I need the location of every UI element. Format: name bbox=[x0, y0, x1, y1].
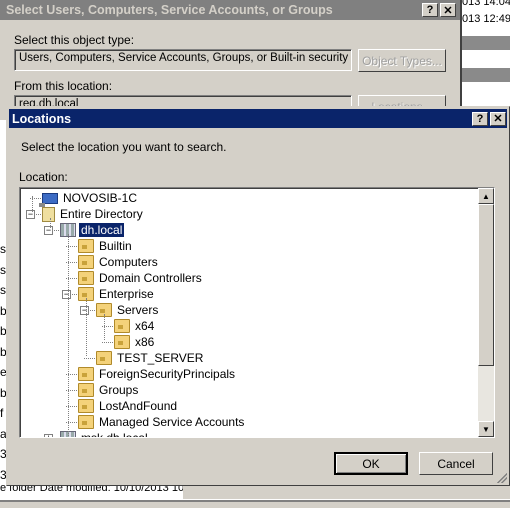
help-button[interactable]: ? bbox=[422, 3, 438, 17]
location-tree-label: Location: bbox=[19, 170, 68, 184]
computer-icon bbox=[39, 192, 58, 207]
tree-node-label: x86 bbox=[135, 335, 155, 349]
folder-icon bbox=[114, 335, 130, 349]
tree-node[interactable]: msk.dh.local bbox=[60, 430, 150, 438]
vertical-scrollbar[interactable]: ▲ ▼ bbox=[478, 188, 494, 437]
locations-titlebar[interactable]: Locations ? ✕ bbox=[9, 109, 507, 128]
tree-node[interactable]: Entire Directory bbox=[42, 206, 145, 222]
folder-icon bbox=[78, 383, 94, 397]
tree-node[interactable]: Computers bbox=[78, 254, 160, 270]
tree-node-label: Computers bbox=[99, 255, 158, 269]
tree-node[interactable]: x64 bbox=[114, 318, 156, 334]
folder-icon bbox=[78, 255, 94, 269]
directory-icon bbox=[42, 206, 55, 222]
tree-node[interactable]: ForeignSecurityPrincipals bbox=[78, 366, 237, 382]
background-band bbox=[460, 68, 510, 82]
tree-node-label: dh.local bbox=[79, 223, 125, 237]
scroll-up-button[interactable]: ▲ bbox=[478, 188, 494, 204]
tree-connector bbox=[86, 298, 87, 356]
folder-icon bbox=[78, 271, 94, 285]
scroll-thumb[interactable] bbox=[478, 204, 494, 366]
background-frame bbox=[183, 485, 510, 499]
tree-node-label: Managed Service Accounts bbox=[99, 415, 245, 429]
tree-node[interactable]: Domain Controllers bbox=[78, 270, 204, 286]
close-button[interactable]: ✕ bbox=[490, 111, 506, 126]
instruction-text: Select the location you want to search. bbox=[21, 140, 227, 154]
tree-connector bbox=[102, 342, 113, 343]
tree-node[interactable]: Groups bbox=[78, 382, 140, 398]
collapse-icon[interactable]: − bbox=[80, 306, 89, 315]
background-char: f bbox=[0, 406, 4, 420]
tree-node-label: Builtin bbox=[99, 239, 132, 253]
tree-node[interactable]: TEST_SERVER bbox=[96, 350, 205, 366]
tree-node[interactable]: NOVOSIB-1C bbox=[39, 190, 139, 207]
background-date-row: 013 14:04 bbox=[462, 0, 510, 8]
tree-connector bbox=[68, 234, 69, 437]
folder-icon bbox=[78, 239, 94, 253]
background-bottom-bar bbox=[0, 500, 510, 508]
tree-connector bbox=[104, 314, 105, 340]
tree-node-label: Domain Controllers bbox=[99, 271, 202, 285]
tree-node[interactable]: Servers bbox=[96, 302, 160, 318]
locations-dialog: Locations ? ✕ Select the location you wa… bbox=[6, 106, 510, 486]
tree-node-label: Entire Directory bbox=[60, 207, 143, 221]
cancel-button[interactable]: Cancel bbox=[419, 452, 493, 475]
collapse-icon[interactable]: − bbox=[26, 210, 35, 219]
scroll-down-button[interactable]: ▼ bbox=[478, 421, 494, 437]
tree-node-label: msk.dh.local bbox=[81, 431, 148, 438]
tree-node[interactable]: Enterprise bbox=[78, 286, 156, 302]
location-tree[interactable]: ▲ ▼ NOVOSIB-1C Entire Directory − dh.local −… bbox=[19, 187, 495, 438]
tree-node-label: Servers bbox=[117, 303, 159, 317]
tree-node[interactable]: Builtin bbox=[78, 238, 134, 254]
background-band bbox=[460, 36, 510, 50]
collapse-icon[interactable]: − bbox=[62, 290, 71, 299]
tree-node-label: TEST_SERVER bbox=[117, 351, 204, 365]
folder-icon bbox=[96, 351, 112, 365]
tree-node[interactable]: dh.local bbox=[60, 222, 125, 238]
folder-icon bbox=[78, 367, 94, 381]
tree-connector bbox=[84, 358, 95, 359]
tree-node[interactable]: x86 bbox=[114, 334, 156, 350]
ok-button[interactable]: OK bbox=[334, 452, 408, 475]
tree-node-label: LostAndFound bbox=[99, 399, 178, 413]
resize-grip[interactable] bbox=[497, 473, 507, 483]
tree-node-label: Enterprise bbox=[99, 287, 154, 301]
tree-node-label: NOVOSIB-1C bbox=[63, 191, 138, 205]
tree-node-label: x64 bbox=[135, 319, 155, 333]
tree-connector bbox=[50, 218, 51, 228]
object-types-button[interactable]: Object Types... bbox=[358, 49, 446, 72]
select-users-dialog: Select Users, Computers, Service Account… bbox=[0, 0, 462, 120]
tree-node[interactable]: LostAndFound bbox=[78, 398, 179, 414]
background-date-row: 013 12:49 bbox=[462, 13, 510, 25]
tree-node[interactable]: Managed Service Accounts bbox=[78, 414, 246, 430]
select-users-title: Select Users, Computers, Service Account… bbox=[6, 3, 333, 17]
tree-node-label: ForeignSecurityPrincipals bbox=[99, 367, 236, 381]
help-button[interactable]: ? bbox=[472, 111, 488, 126]
tree-connector bbox=[32, 196, 33, 212]
folder-icon bbox=[114, 319, 130, 333]
folder-icon bbox=[78, 415, 94, 429]
select-users-titlebar[interactable]: Select Users, Computers, Service Account… bbox=[0, 0, 460, 20]
tree-node-label: Groups bbox=[99, 383, 139, 397]
object-type-field: Users, Computers, Service Accounts, Grou… bbox=[14, 49, 352, 71]
location-label: From this location: bbox=[14, 79, 113, 93]
close-button[interactable]: ✕ bbox=[440, 3, 456, 17]
folder-icon bbox=[78, 399, 94, 413]
locations-title: Locations bbox=[12, 111, 72, 126]
collapse-icon[interactable]: − bbox=[44, 226, 53, 235]
expand-icon[interactable]: + bbox=[44, 434, 53, 437]
object-type-label: Select this object type: bbox=[14, 33, 135, 47]
